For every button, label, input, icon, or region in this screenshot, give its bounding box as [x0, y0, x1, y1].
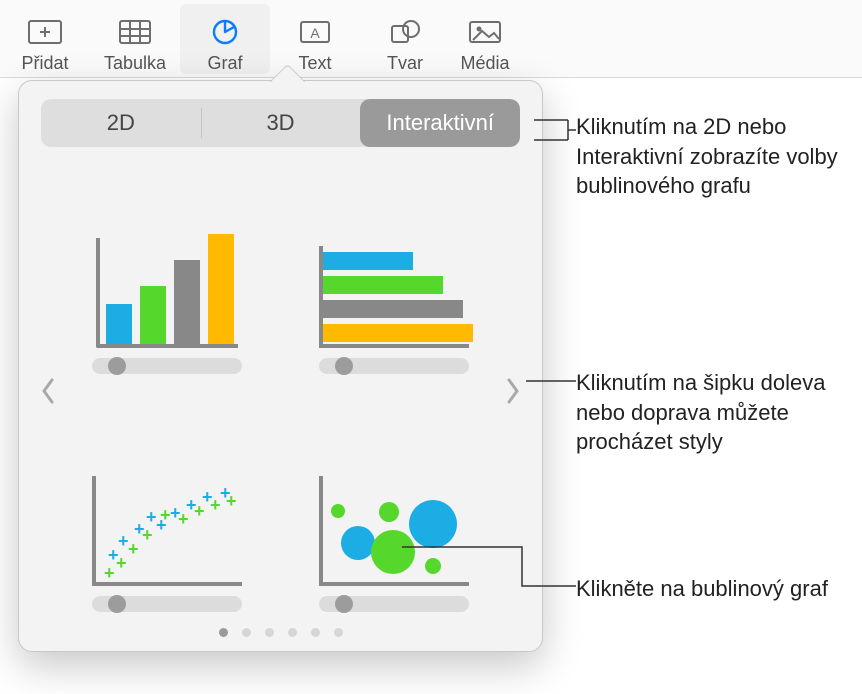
callout-leader-line — [402, 546, 576, 588]
toolbar-label: Tvar — [387, 53, 423, 74]
toolbar-chart-button[interactable]: Graf — [180, 4, 270, 74]
page-indicator — [33, 616, 528, 643]
toolbar-label: Média — [460, 53, 509, 74]
toolbar: Přidat Tabulka Graf A Text Tvar Média — [0, 0, 862, 78]
textbox-icon: A — [297, 15, 333, 49]
chart-icon — [207, 15, 243, 49]
toolbar-label: Text — [298, 53, 331, 74]
toolbar-label: Přidat — [21, 53, 68, 74]
style-slider[interactable] — [319, 596, 469, 612]
chart-option-scatter[interactable]: + + + + + + + + + + + + + + + — [69, 404, 266, 617]
chart-option-bar[interactable] — [296, 165, 493, 378]
toolbar-media-button[interactable]: Média — [450, 4, 520, 74]
page-dot[interactable] — [242, 628, 251, 637]
insert-icon — [27, 15, 63, 49]
toolbar-shape-button[interactable]: Tvar — [360, 4, 450, 74]
callout-arrows: Kliknutím na šipku doleva nebo doprava m… — [576, 368, 856, 457]
toolbar-text-button[interactable]: A Text — [270, 4, 360, 74]
toolbar-label: Graf — [207, 53, 242, 74]
column-chart-icon — [87, 228, 247, 348]
toolbar-insert-button[interactable]: Přidat — [0, 4, 90, 74]
next-style-arrow[interactable] — [498, 351, 528, 431]
style-slider[interactable] — [92, 358, 242, 374]
page-dot[interactable] — [311, 628, 320, 637]
svg-text:A: A — [310, 25, 320, 41]
callout-text: Kliknutím na 2D nebo Interaktivní zobraz… — [576, 114, 838, 198]
shape-icon — [387, 15, 423, 49]
style-slider[interactable] — [92, 596, 242, 612]
callout-bubble: Klikněte na bublinový graf — [576, 574, 836, 604]
tab-3d[interactable]: 3D — [201, 99, 361, 147]
callout-leader-line — [534, 118, 576, 142]
toolbar-table-button[interactable]: Tabulka — [90, 4, 180, 74]
tab-interactive[interactable]: Interaktivní — [360, 99, 520, 147]
media-icon — [467, 15, 503, 49]
page-dot[interactable] — [219, 628, 228, 637]
page-dot[interactable] — [334, 628, 343, 637]
callout-tabs: Kliknutím na 2D nebo Interaktivní zobraz… — [576, 112, 856, 201]
style-slider[interactable] — [319, 358, 469, 374]
page-dot[interactable] — [288, 628, 297, 637]
scatter-chart-icon: + + + + + + + + + + + + + + + — [87, 466, 247, 586]
prev-style-arrow[interactable] — [33, 351, 63, 431]
callout-leader-line — [526, 380, 576, 382]
tab-2d[interactable]: 2D — [41, 99, 201, 147]
toolbar-label: Tabulka — [104, 53, 166, 74]
chart-type-segmented-control: 2D 3D Interaktivní — [41, 99, 520, 147]
callout-text: Klikněte na bublinový graf — [576, 576, 828, 601]
chart-option-column[interactable] — [69, 165, 266, 378]
bar-chart-icon — [314, 228, 474, 348]
table-icon — [117, 15, 153, 49]
callout-text: Kliknutím na šipku doleva nebo doprava m… — [576, 370, 825, 454]
page-dot[interactable] — [265, 628, 274, 637]
